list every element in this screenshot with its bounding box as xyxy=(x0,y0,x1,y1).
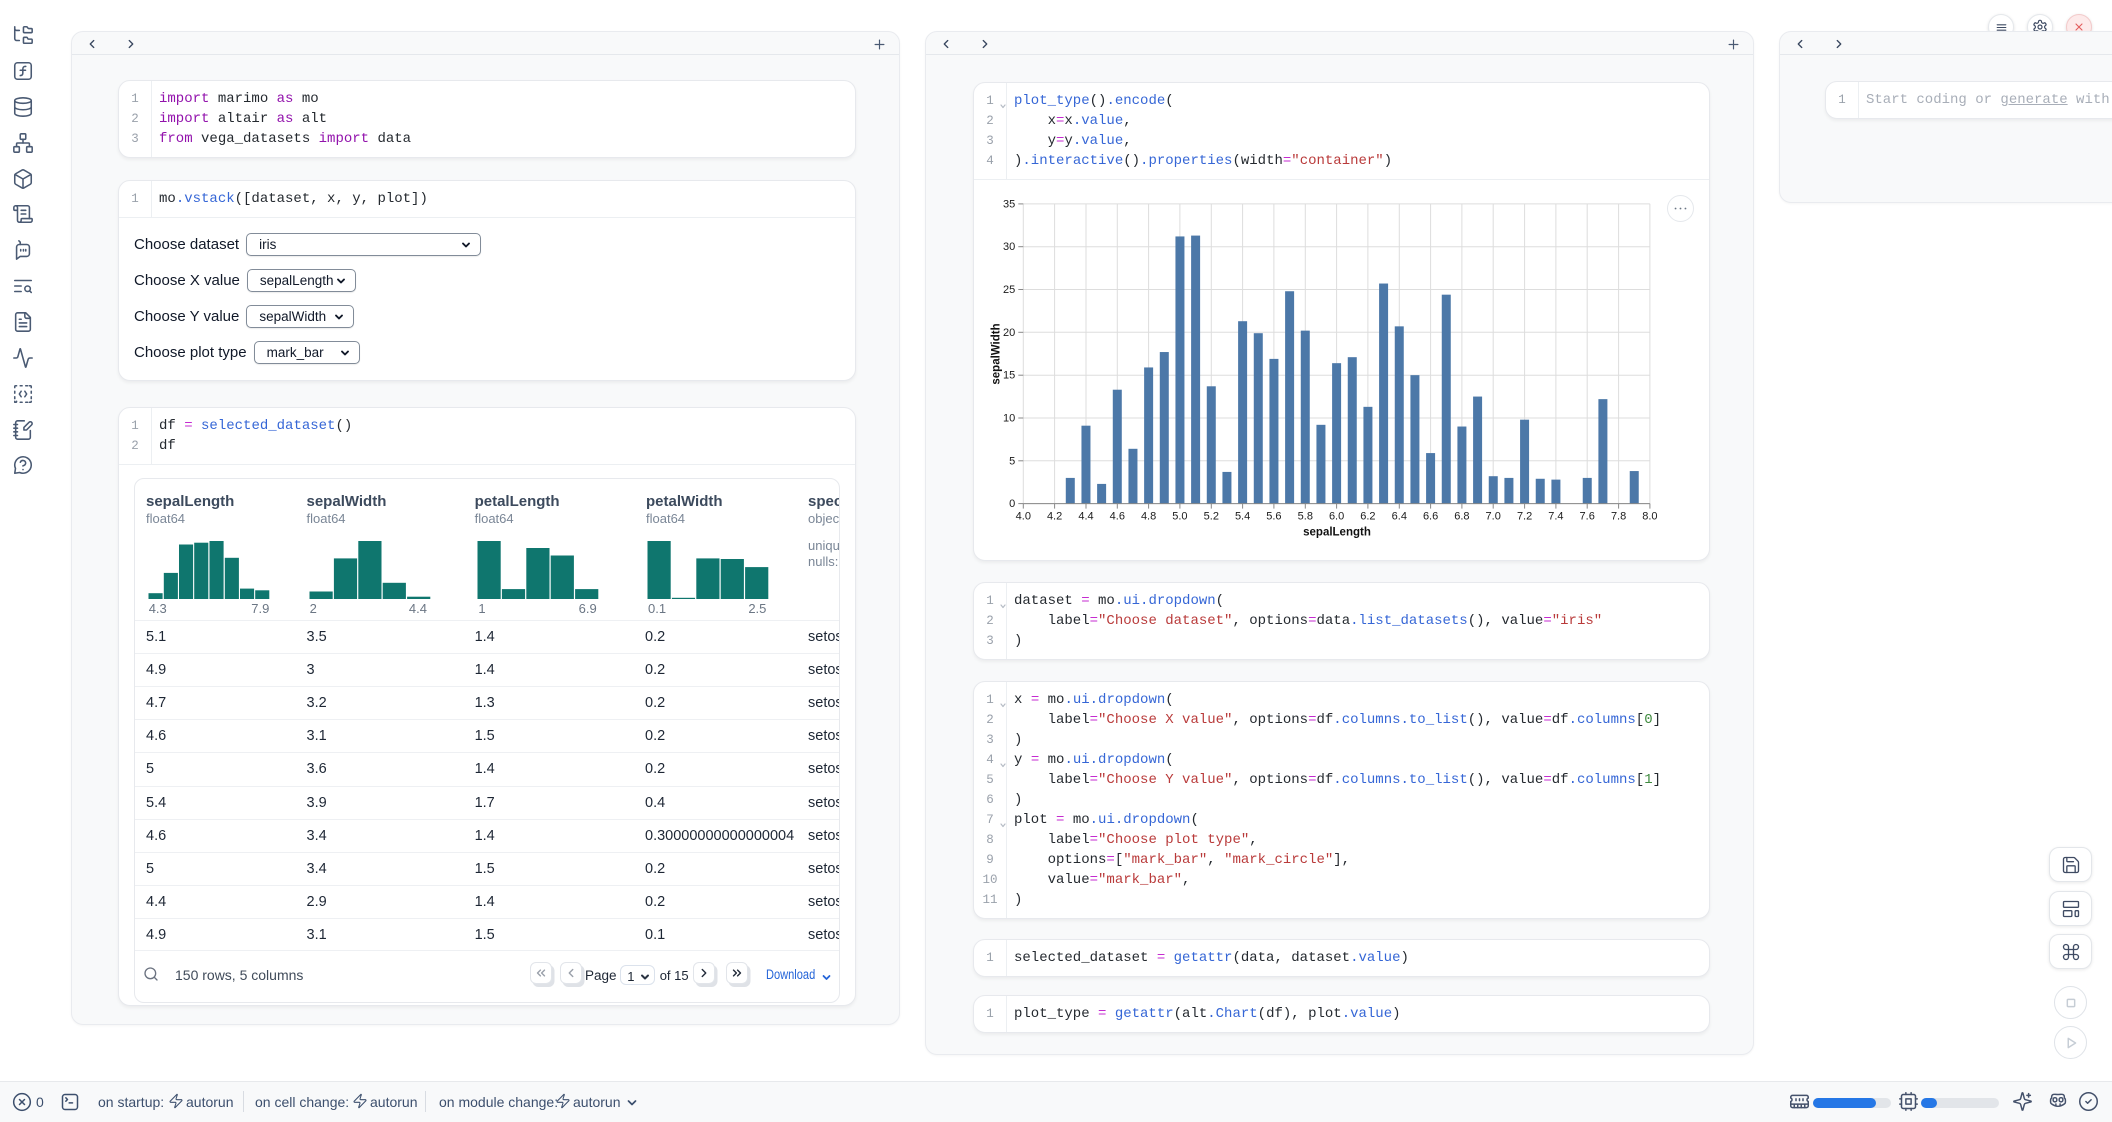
svg-text:7.0: 7.0 xyxy=(1486,511,1501,523)
svg-text:5.8: 5.8 xyxy=(1298,511,1313,523)
svg-text:4.0: 4.0 xyxy=(1016,511,1031,523)
svg-text:6.4: 6.4 xyxy=(1392,511,1407,523)
svg-text:5.0: 5.0 xyxy=(1172,511,1187,523)
svg-text:35: 35 xyxy=(1003,198,1015,210)
svg-text:sepalWidth: sepalWidth xyxy=(990,323,1002,384)
svg-text:0: 0 xyxy=(1009,498,1015,510)
svg-text:4.8: 4.8 xyxy=(1141,511,1156,523)
svg-text:7.4: 7.4 xyxy=(1548,511,1563,523)
svg-text:10: 10 xyxy=(1003,413,1015,425)
svg-text:8.0: 8.0 xyxy=(1642,511,1657,523)
svg-text:6.6: 6.6 xyxy=(1423,511,1438,523)
svg-text:7.8: 7.8 xyxy=(1611,511,1626,523)
svg-text:7.2: 7.2 xyxy=(1517,511,1532,523)
svg-text:25: 25 xyxy=(1003,284,1015,296)
svg-text:6.2: 6.2 xyxy=(1360,511,1375,523)
svg-text:5.6: 5.6 xyxy=(1266,511,1281,523)
svg-text:15: 15 xyxy=(1003,370,1015,382)
svg-text:5.2: 5.2 xyxy=(1204,511,1219,523)
svg-text:5: 5 xyxy=(1009,455,1015,467)
svg-text:5.4: 5.4 xyxy=(1235,511,1250,523)
svg-text:30: 30 xyxy=(1003,241,1015,253)
svg-text:6.0: 6.0 xyxy=(1329,511,1344,523)
svg-text:4.2: 4.2 xyxy=(1047,511,1062,523)
svg-text:sepalLength: sepalLength xyxy=(1303,527,1371,539)
svg-text:7.6: 7.6 xyxy=(1580,511,1595,523)
svg-text:6.8: 6.8 xyxy=(1454,511,1469,523)
svg-text:4.4: 4.4 xyxy=(1078,511,1093,523)
svg-text:20: 20 xyxy=(1003,327,1015,339)
svg-text:4.6: 4.6 xyxy=(1110,511,1125,523)
